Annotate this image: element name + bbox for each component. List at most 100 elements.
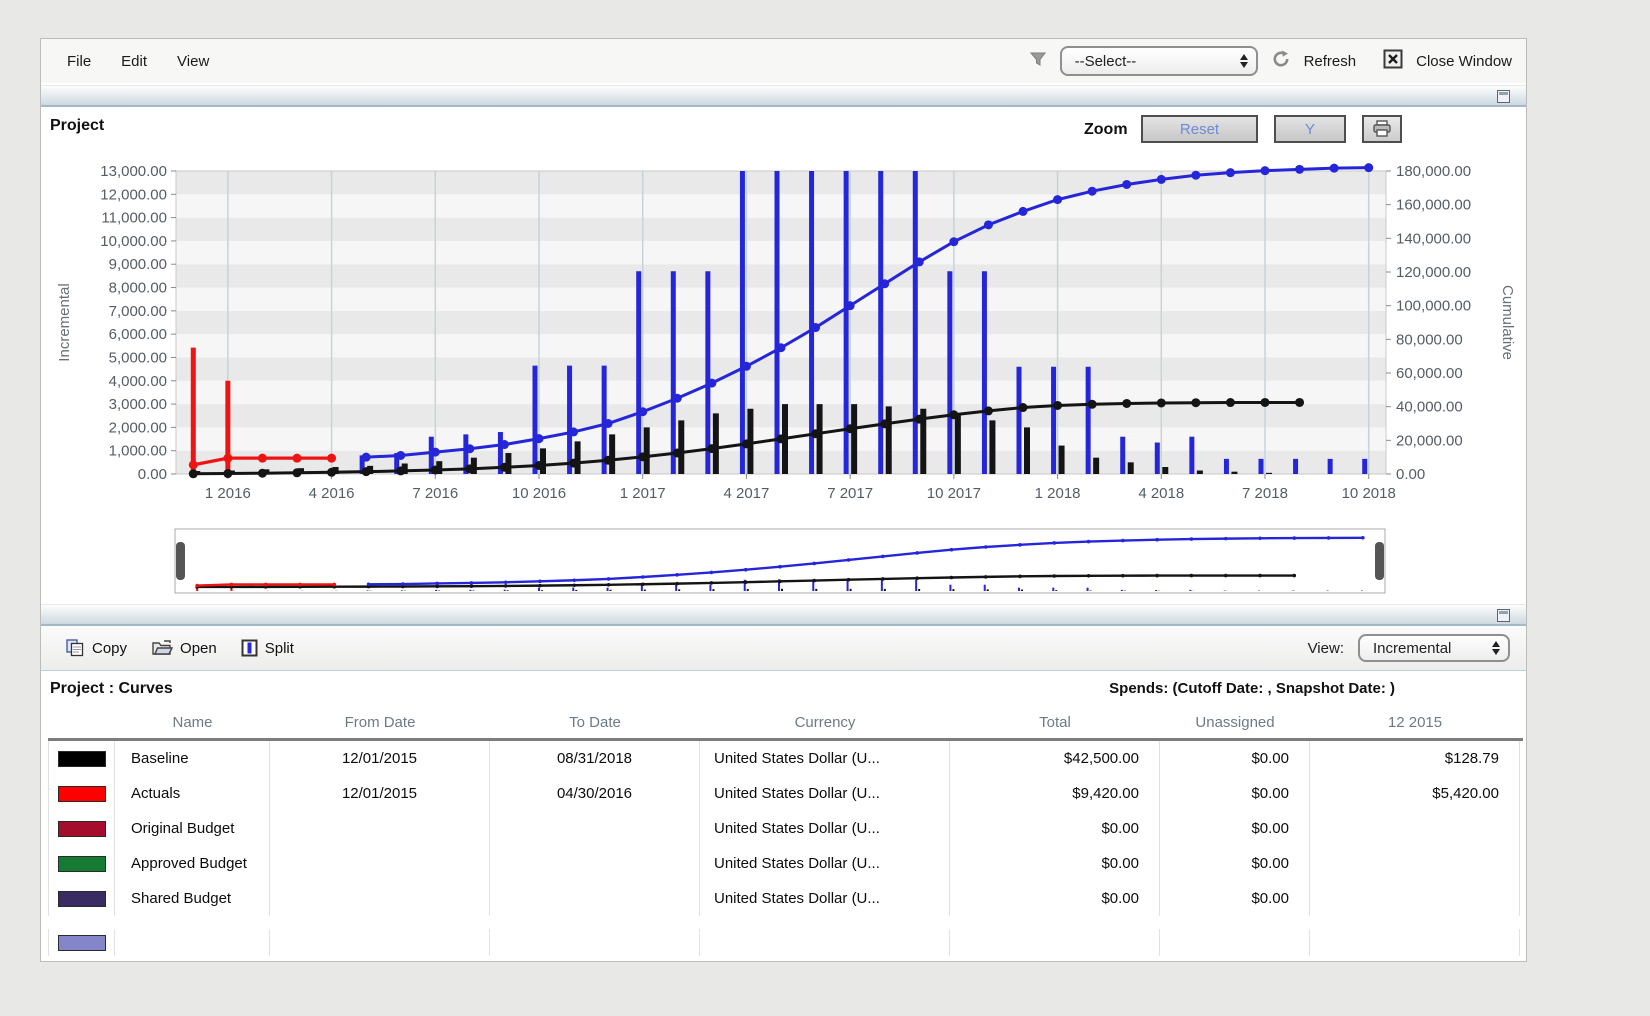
svg-text:1,000.00: 1,000.00: [109, 443, 167, 460]
svg-text:7 2018: 7 2018: [1242, 485, 1288, 502]
svg-text:100,000.00: 100,000.00: [1396, 298, 1471, 315]
svg-text:80,000.00: 80,000.00: [1396, 331, 1463, 348]
svg-text:140,000.00: 140,000.00: [1396, 230, 1471, 247]
svg-text:7,000.00: 7,000.00: [109, 303, 167, 320]
table-header-row: NameFrom DateTo DateCurrencyTotalUnassig…: [48, 707, 1523, 741]
table-row[interactable]: Shared BudgetUnited States Dollar (U...$…: [48, 881, 1523, 916]
maximize-box-icon[interactable]: [1497, 609, 1510, 622]
refresh-icon[interactable]: [1271, 49, 1291, 74]
table-body: Baseline12/01/201508/31/2018United State…: [48, 741, 1523, 956]
menu-view[interactable]: View: [177, 53, 209, 70]
filter-select-value: --Select--: [1075, 53, 1137, 70]
svg-text:60,000.00: 60,000.00: [1396, 365, 1463, 382]
column-header-unassigned: Unassigned: [1160, 707, 1310, 738]
svg-text:160,000.00: 160,000.00: [1396, 197, 1471, 214]
menu-right-tools: --Select-- Refresh Close Window: [1029, 39, 1512, 83]
zoom-reset-button[interactable]: Reset: [1141, 115, 1258, 143]
table-toolbar: Copy Open Split View: In: [41, 626, 1526, 671]
svg-text:7 2017: 7 2017: [827, 485, 873, 502]
cell-currency: United States Dollar (U...: [700, 776, 950, 811]
svg-text:7 2016: 7 2016: [412, 485, 458, 502]
cell-total: [950, 929, 1160, 956]
close-window-button[interactable]: Close Window: [1416, 53, 1512, 70]
curve-color-swatch: [48, 741, 115, 776]
close-window-icon[interactable]: [1383, 49, 1403, 74]
open-folder-icon: [151, 639, 173, 657]
svg-text:20,000.00: 20,000.00: [1396, 432, 1463, 449]
cell-name: Actuals: [115, 776, 270, 811]
svg-text:10 2017: 10 2017: [927, 485, 981, 502]
maximize-box-icon[interactable]: [1497, 90, 1510, 103]
chart-panel-title: Project: [50, 117, 104, 135]
cell-12-2015: $5,420.00: [1310, 776, 1520, 811]
split-button[interactable]: Split: [241, 639, 294, 657]
svg-text:13,000.00: 13,000.00: [100, 163, 167, 180]
svg-text:4,000.00: 4,000.00: [109, 373, 167, 390]
slider-handle-left[interactable]: [176, 542, 185, 580]
menu-edit[interactable]: Edit: [121, 53, 147, 70]
zoom-label: Zoom: [1084, 121, 1128, 139]
print-button[interactable]: [1362, 115, 1402, 143]
cell-currency: United States Dollar (U...: [700, 811, 950, 846]
cell-12-2015: [1310, 846, 1520, 881]
cell-unassigned: $0.00: [1160, 881, 1310, 916]
menu-bar: File Edit View --Select-- Refresh Clos: [41, 39, 1526, 83]
split-window-icon: [241, 639, 258, 657]
svg-text:4 2016: 4 2016: [309, 485, 355, 502]
cell-name: Approved Budget: [115, 846, 270, 881]
cell-name: Baseline: [115, 741, 270, 776]
curves-table: NameFrom DateTo DateCurrencyTotalUnassig…: [48, 707, 1523, 956]
svg-text:4 2018: 4 2018: [1138, 485, 1184, 502]
cell-total: $9,420.00: [950, 776, 1160, 811]
table-row[interactable]: Original BudgetUnited States Dollar (U..…: [48, 811, 1523, 846]
cell-name: [115, 929, 270, 956]
copy-button[interactable]: Copy: [65, 639, 127, 657]
svg-text:120,000.00: 120,000.00: [1396, 264, 1471, 281]
chart-overview-slider[interactable]: [174, 526, 1388, 598]
svg-text:180,000.00: 180,000.00: [1396, 163, 1471, 180]
cell-from-date: [270, 881, 490, 916]
cost-curves-chart: 0.00 1,000.00 2,000.00 3,000.00 4,000.00 5,00…: [41, 149, 1527, 529]
svg-text:2,000.00: 2,000.00: [109, 419, 167, 436]
cell-to-date: 08/31/2018: [490, 741, 700, 776]
svg-text:6,000.00: 6,000.00: [109, 326, 167, 343]
curve-color-swatch: [48, 811, 115, 846]
svg-text:40,000.00: 40,000.00: [1396, 399, 1463, 416]
svg-text:3,000.00: 3,000.00: [109, 396, 167, 413]
svg-text:0.00: 0.00: [138, 466, 167, 483]
menu-file[interactable]: File: [67, 53, 91, 70]
filter-select[interactable]: --Select--: [1060, 46, 1258, 76]
svg-text:12,000.00: 12,000.00: [100, 186, 167, 203]
table-row[interactable]: [48, 916, 1523, 956]
cell-total: $0.00: [950, 811, 1160, 846]
column-header-swatch: [48, 707, 115, 738]
cell-from-date: [270, 846, 490, 881]
svg-text:Cumulative: Cumulative: [1499, 285, 1516, 360]
slider-handle-right[interactable]: [1375, 542, 1384, 580]
view-select[interactable]: Incremental: [1358, 634, 1510, 662]
cell-unassigned: $0.00: [1160, 741, 1310, 776]
cell-12-2015: $128.79: [1310, 741, 1520, 776]
zoom-y-button[interactable]: Y: [1274, 115, 1346, 143]
cell-name: Shared Budget: [115, 881, 270, 916]
view-select-value: Incremental: [1373, 640, 1451, 657]
refresh-button[interactable]: Refresh: [1304, 53, 1357, 70]
spends-info: Spends: (Cutoff Date: , Snapshot Date: ): [1109, 680, 1395, 697]
svg-text:4 2017: 4 2017: [723, 485, 769, 502]
cell-from-date: 12/01/2015: [270, 741, 490, 776]
table-row[interactable]: Actuals12/01/201504/30/2016United States…: [48, 776, 1523, 811]
filter-funnel-icon: [1029, 50, 1047, 73]
svg-text:5,000.00: 5,000.00: [109, 349, 167, 366]
svg-text:1 2016: 1 2016: [205, 485, 251, 502]
cell-to-date: 04/30/2016: [490, 776, 700, 811]
column-header-to-date: To Date: [490, 707, 700, 738]
table-row[interactable]: Approved Budget United States Dollar (U..…: [48, 846, 1523, 881]
cell-to-date: [490, 811, 700, 846]
cell-currency: [700, 929, 950, 956]
open-button[interactable]: Open: [151, 639, 217, 657]
table-title: Project : Curves: [50, 680, 173, 698]
cell-12-2015: [1310, 811, 1520, 846]
cell-from-date: 12/01/2015: [270, 776, 490, 811]
table-row[interactable]: Baseline12/01/201508/31/2018United State…: [48, 741, 1523, 776]
cell-currency: United States Dollar (U...: [700, 846, 950, 881]
